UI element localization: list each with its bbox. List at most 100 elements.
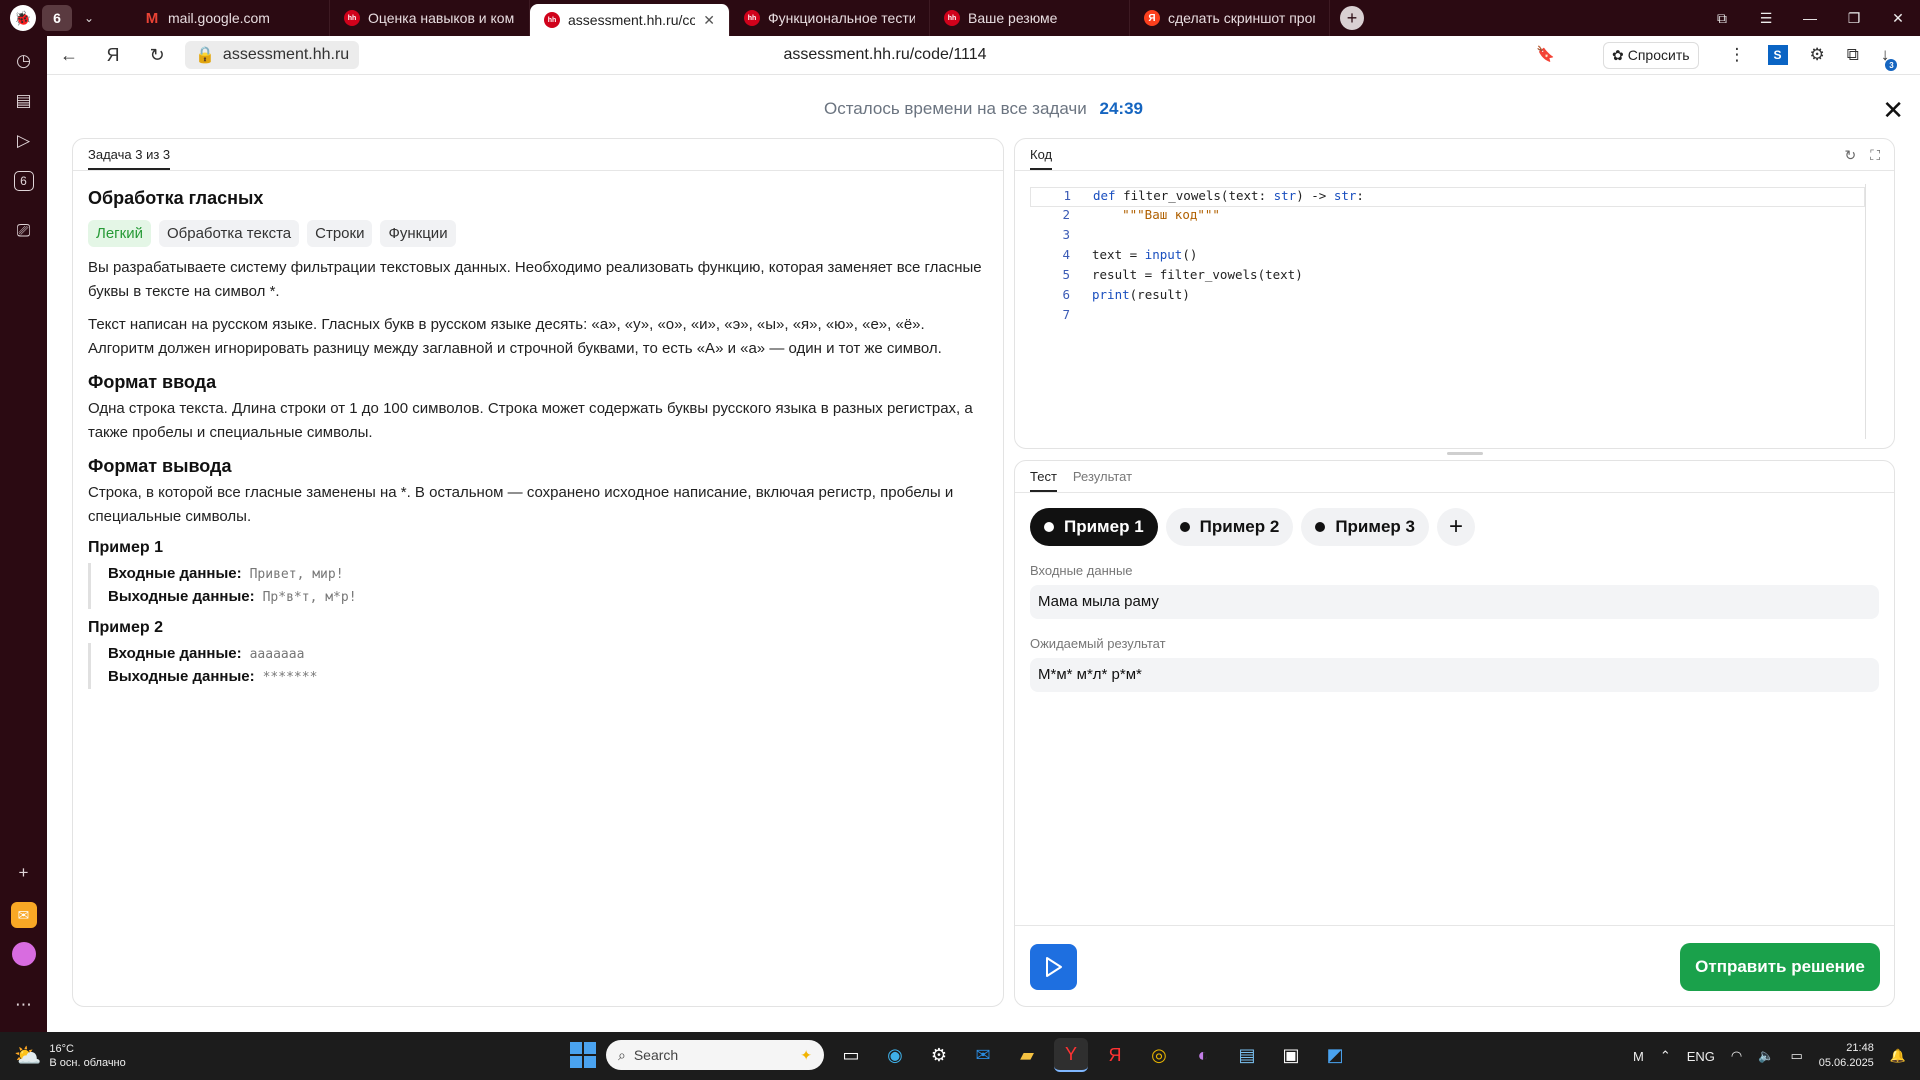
code-line: 5 result = filter_vowels(text): [1015, 267, 1885, 287]
video-icon[interactable]: ▷: [9, 126, 39, 156]
yandex-icon[interactable]: Я: [1098, 1038, 1132, 1072]
site-pill[interactable]: 🔒 assessment.hh.ru: [185, 41, 360, 69]
tab-code[interactable]: Код: [1030, 147, 1053, 170]
code-editor[interactable]: 1 def filter_vowels(text: str) -> str: 2 …: [1015, 187, 1885, 327]
github-icon[interactable]: ◐: [1186, 1038, 1220, 1072]
battery-icon[interactable]: ▭: [1790, 1048, 1802, 1064]
tab-counter-icon[interactable]: 6: [13, 171, 34, 191]
example-output-row: Выходные данные: *******: [108, 666, 988, 689]
browser-tab-functional-testing[interactable]: hh Функциональное тестиро: [730, 0, 930, 36]
browser-tab-resume[interactable]: hh Ваше резюме: [930, 0, 1130, 36]
example-1-button[interactable]: Пример 1: [1030, 508, 1158, 546]
yandex-browser-icon[interactable]: Y: [1054, 1038, 1088, 1072]
fullscreen-icon[interactable]: ⛶: [1870, 147, 1880, 164]
browser-tab-gmail[interactable]: M mail.google.com: [130, 0, 330, 36]
minimize-icon[interactable]: —: [1788, 10, 1832, 26]
line-number: 2: [1062, 207, 1070, 222]
tag-difficulty: Легкий: [88, 220, 151, 247]
windows-start-icon[interactable]: [570, 1042, 596, 1068]
kebab-menu-icon[interactable]: ⋮: [1729, 45, 1746, 65]
submit-solution-button[interactable]: Отправить решение: [1680, 943, 1880, 991]
tab-test[interactable]: Тест: [1030, 469, 1057, 492]
app-tray-icon[interactable]: M: [1633, 1049, 1644, 1064]
expected-result-field[interactable]: М*м* м*л* р*м*: [1030, 658, 1879, 692]
tab-counter[interactable]: 6: [42, 5, 72, 31]
test-panel-header: Тест Результат: [1015, 461, 1894, 493]
new-tab-plus-icon[interactable]: +: [1340, 6, 1364, 30]
code-scrollbar[interactable]: [1865, 184, 1866, 439]
code-panel: Код ↻ ⛶ 1 def filter_vowels(text: str) ->…: [1014, 138, 1895, 449]
add-example-plus-icon[interactable]: +: [1436, 508, 1475, 546]
weather-widget[interactable]: ⛅ 16°C В осн. облачно: [14, 1042, 126, 1070]
terminal-icon[interactable]: ▣: [1274, 1038, 1308, 1072]
file-explorer-icon[interactable]: ▰: [1010, 1038, 1044, 1072]
browser-tab-skills[interactable]: hh Оценка навыков и компе: [330, 0, 530, 36]
input-format-text: Одна строка текста. Длина строки от 1 до…: [88, 400, 973, 441]
profile-avatar[interactable]: 🐞: [10, 5, 36, 31]
edge-icon[interactable]: ◉: [878, 1038, 912, 1072]
wifi-icon[interactable]: ◠: [1731, 1048, 1742, 1064]
browser-tab-bar: 🐞 6 ⌄ M mail.google.com hh Оценка навыко…: [0, 0, 1920, 36]
example-input-row: Входные данные: Привет, мир!: [108, 563, 988, 586]
paint-icon[interactable]: ◩: [1318, 1038, 1352, 1072]
chevron-up-icon[interactable]: ⌃: [1660, 1048, 1671, 1064]
yandex-logo-icon[interactable]: Я: [91, 45, 135, 66]
test-footer: Отправить решение: [1015, 925, 1894, 1006]
task-view-icon[interactable]: ▭: [834, 1038, 868, 1072]
example-2-button[interactable]: Пример 2: [1165, 508, 1294, 546]
language-indicator[interactable]: ENG: [1687, 1049, 1715, 1064]
screenshot-icon[interactable]: ⎚: [9, 216, 39, 246]
close-icon[interactable]: ✕: [1882, 97, 1904, 123]
url-field[interactable]: 🔒 assessment.hh.ru assessment.hh.ru/code…: [185, 41, 1585, 69]
tab-task[interactable]: Задача 3 из 3: [88, 147, 171, 170]
reset-icon[interactable]: ↻: [1844, 147, 1856, 164]
page-content: Осталось времени на все задачи 24:39 ✕ З…: [47, 75, 1920, 1032]
collections-icon[interactable]: ⧉: [1847, 45, 1859, 65]
add-icon[interactable]: +: [9, 858, 39, 888]
extension-s-icon[interactable]: S: [1767, 45, 1788, 65]
chevron-down-icon[interactable]: ⌄: [78, 11, 100, 25]
clock[interactable]: 21:48 05.06.2025: [1819, 1041, 1874, 1071]
code-panel-header: Код ↻ ⛶: [1015, 139, 1894, 171]
app-icon[interactable]: ⚙: [922, 1038, 956, 1072]
browser-tab-screenshot[interactable]: Я сделать скриншот програ: [1130, 0, 1330, 36]
browser-sidebar: ◷ ▤ ▷ 6 ⎚ + ✉ ⋯: [0, 36, 47, 1032]
outlook-icon[interactable]: ✉: [966, 1038, 1000, 1072]
more-icon[interactable]: ⋯: [9, 990, 39, 1020]
resize-handle[interactable]: [1447, 452, 1483, 455]
tab-label: сделать скриншот програ: [1168, 10, 1315, 26]
close-icon[interactable]: ✕: [703, 12, 715, 29]
notepad-icon[interactable]: ▤: [1230, 1038, 1264, 1072]
restore-icon[interactable]: ❐: [1832, 10, 1876, 27]
back-icon[interactable]: ←: [47, 45, 91, 66]
bookmarks-icon[interactable]: ▤: [9, 86, 39, 116]
chrome-icon[interactable]: ◎: [1142, 1038, 1176, 1072]
reload-icon[interactable]: ↻: [135, 45, 179, 66]
downloads-icon[interactable]: ↓ 3: [1881, 45, 1898, 71]
alice-icon[interactable]: [11, 942, 36, 966]
example-input-label: Входные данные:: [108, 565, 242, 582]
run-button[interactable]: [1030, 944, 1077, 990]
tab-label: mail.google.com: [168, 10, 270, 26]
extensions-icon[interactable]: ⚙: [1810, 45, 1825, 65]
example-3-button[interactable]: Пример 3: [1301, 508, 1429, 546]
notifications-icon[interactable]: 🔔: [1890, 1048, 1906, 1064]
window-close-icon[interactable]: ✕: [1876, 10, 1920, 27]
mail-icon[interactable]: ✉: [10, 902, 37, 928]
test-input-field[interactable]: Мама мыла раму: [1030, 585, 1879, 619]
tag-strings: Строки: [307, 220, 373, 247]
play-icon: [1045, 957, 1062, 977]
volume-icon[interactable]: 🔈: [1758, 1048, 1774, 1064]
test-input-label: Входные данные: [1030, 563, 1133, 578]
test-examples: Пример 1 Пример 2 Пример 3 +: [1030, 508, 1894, 546]
code-line: 4 text = input(): [1015, 247, 1885, 267]
ask-button[interactable]: ✿ Спросить: [1603, 41, 1699, 69]
menu-icon[interactable]: ☰: [1744, 10, 1788, 27]
history-icon[interactable]: ◷: [9, 46, 39, 76]
taskbar-search[interactable]: ⌕ Search ✦: [606, 1040, 824, 1070]
collections-icon[interactable]: ⧉: [1700, 10, 1744, 27]
bookmark-icon[interactable]: 🔖: [1536, 45, 1555, 63]
browser-tab-assessment[interactable]: hh assessment.hh.ru/code ✕: [530, 4, 730, 36]
task-description: Вы разрабатываете систему фильтрации тек…: [88, 259, 982, 300]
tab-result[interactable]: Результат: [1073, 469, 1132, 492]
